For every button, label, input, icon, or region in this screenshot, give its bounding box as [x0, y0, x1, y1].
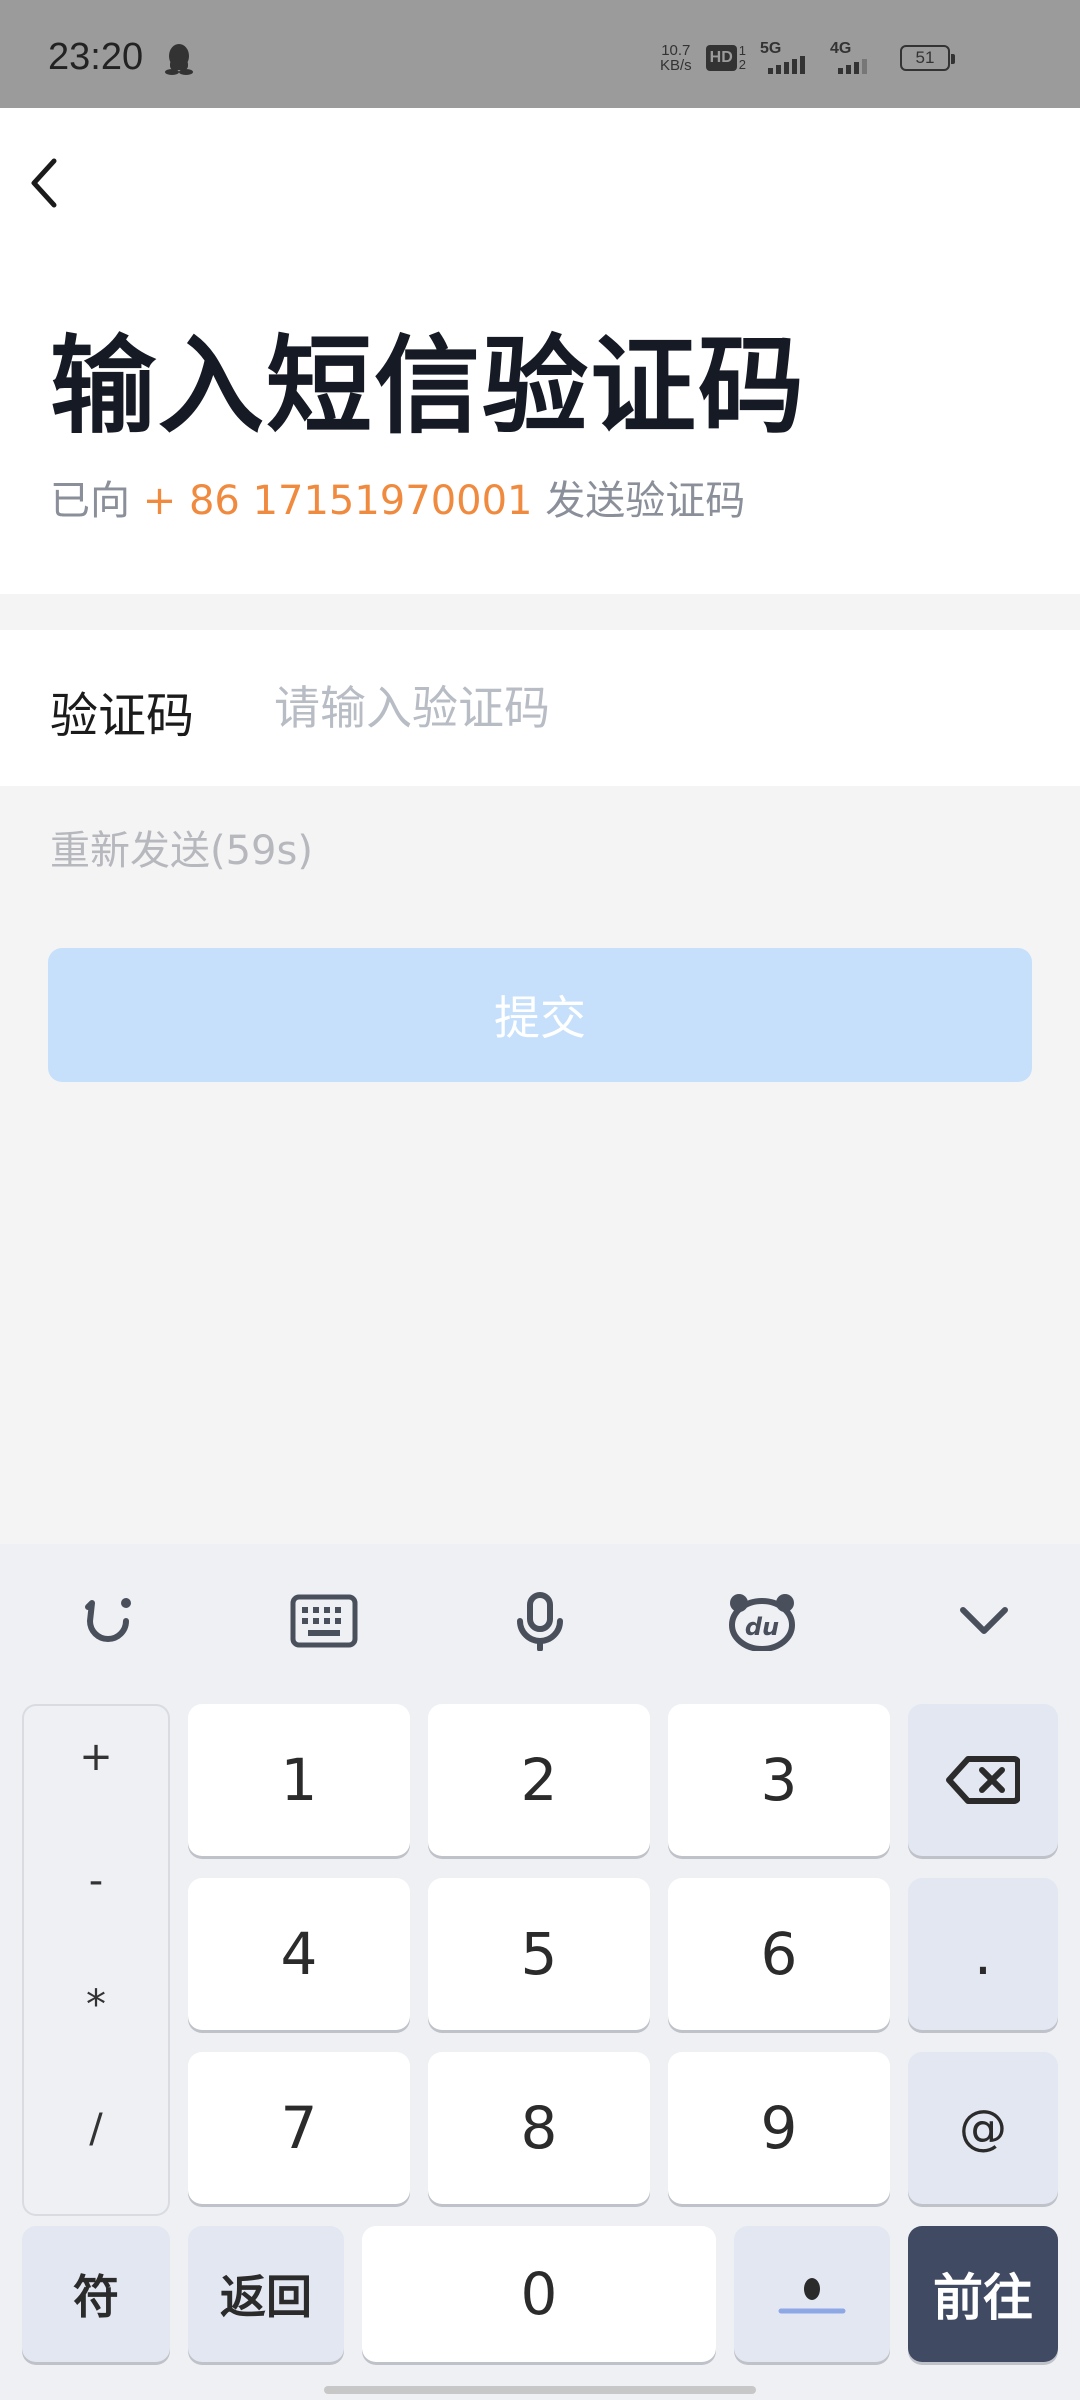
key-3[interactable]: 3 [668, 1704, 890, 1856]
keyboard-toolbar: du [0, 1544, 1080, 1680]
keyboard-icon [290, 1594, 358, 1648]
key-9[interactable]: 9 [668, 2052, 890, 2204]
phone-number: + 86 17151970001 [142, 478, 533, 524]
back-key[interactable]: 返回 [188, 2226, 344, 2362]
key-2[interactable]: 2 [428, 1704, 650, 1856]
emoji-icon [85, 1598, 131, 1642]
key-7[interactable]: 7 [188, 2052, 410, 2204]
status-right-group: 10.7 KB/s HD 1 2 5G 4G 51 [660, 38, 955, 78]
signal-4g-icon: 4G [830, 40, 886, 76]
key-1[interactable]: 1 [188, 1704, 410, 1856]
qq-penguin-icon [165, 44, 193, 75]
svg-text:du: du [745, 1613, 779, 1641]
symbol-column: + - * / [22, 1704, 170, 2216]
verification-code-row: 验证码 [0, 630, 1080, 786]
status-time: 23:20 [48, 36, 144, 78]
emoji-button[interactable] [68, 1586, 148, 1656]
chevron-down-icon [960, 1607, 1008, 1634]
verification-code-label: 验证码 [50, 688, 195, 744]
hd-icon: HD [705, 45, 737, 71]
key-4[interactable]: 4 [188, 1878, 410, 2030]
symbol-asterisk-key[interactable]: * [22, 1982, 170, 2028]
sms-sent-notice: 已向 + 86 17151970001 发送验证码 [50, 468, 745, 526]
network-speed-unit: KB/s [659, 57, 692, 74]
symbol-slash-key[interactable]: / [22, 2106, 170, 2152]
backspace-key[interactable] [908, 1704, 1058, 1856]
voice-input-button[interactable] [500, 1586, 580, 1656]
hd-sim-2: 2 [738, 57, 746, 72]
hd-voice-indicator: HD 1 2 [705, 44, 746, 72]
submit-button[interactable]: 提交 [48, 948, 1032, 1082]
du-bear-icon: du [729, 1594, 795, 1651]
notice-prefix: 已向 [50, 478, 130, 524]
key-0[interactable]: 0 [362, 2226, 716, 2362]
space-mic-icon [778, 2278, 846, 2314]
page-title: 输入短信验证码 [50, 325, 806, 448]
network-speed-value: 10.7 [661, 42, 691, 59]
notice-suffix: 发送验证码 [545, 478, 746, 524]
page-header: 输入短信验证码 已向 + 86 17151970001 发送验证码 [0, 108, 1080, 594]
verification-code-input[interactable] [274, 666, 1034, 750]
numeric-keyboard: du + - * / 1 2 3 4 5 6 . 7 8 9 @ 符 返回 0 [0, 1544, 1080, 2400]
go-key[interactable]: 前往 [908, 2226, 1058, 2362]
battery-level: 51 [915, 48, 935, 67]
signal-5g-icon: 5G [760, 40, 816, 76]
keyboard-switch-button[interactable] [284, 1586, 364, 1656]
hd-sim-1: 1 [738, 43, 746, 58]
status-bar: 23:20 10.7 KB/s HD 1 2 5G 4G 51 [0, 0, 1080, 108]
key-8[interactable]: 8 [428, 2052, 650, 2204]
symbol-switch-key[interactable]: 符 [22, 2226, 170, 2362]
microphone-icon [517, 1592, 563, 1651]
chevron-left-icon [31, 158, 57, 208]
back-button[interactable] [16, 146, 72, 220]
signal-4g-label: 4G [830, 40, 852, 57]
backspace-icon [946, 1756, 1020, 1804]
hide-keyboard-button[interactable] [944, 1586, 1024, 1656]
du-assistant-button[interactable]: du [722, 1586, 802, 1656]
symbol-minus-key[interactable]: - [22, 1858, 170, 1904]
space-voice-key[interactable] [734, 2226, 890, 2362]
resend-countdown[interactable]: 重新发送(59s) [50, 818, 313, 876]
dot-key[interactable]: . [908, 1878, 1058, 2030]
key-6[interactable]: 6 [668, 1878, 890, 2030]
home-indicator[interactable] [324, 2386, 756, 2394]
at-key[interactable]: @ [908, 2052, 1058, 2204]
symbol-plus-key[interactable]: + [22, 1734, 170, 1780]
battery-icon: 51 [900, 45, 955, 71]
key-5[interactable]: 5 [428, 1878, 650, 2030]
network-speed: 10.7 KB/s [660, 43, 692, 73]
hd-sim-numbers: 1 2 [739, 44, 746, 72]
